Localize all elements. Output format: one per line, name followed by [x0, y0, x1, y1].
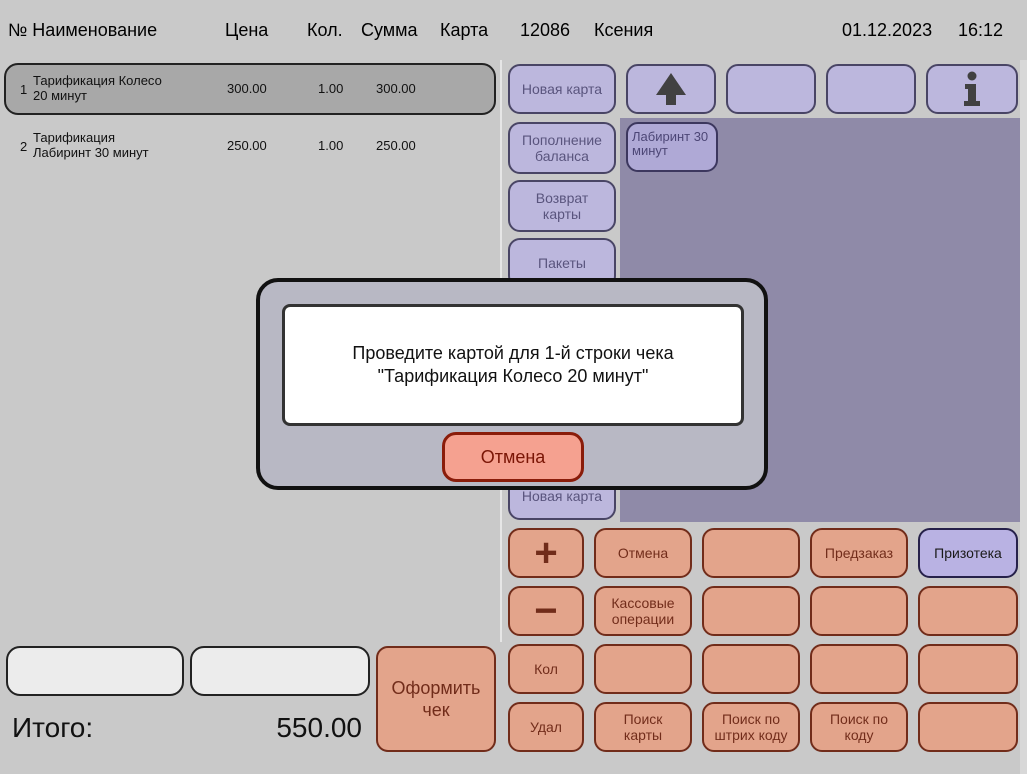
- row-price: 300.00: [227, 81, 267, 96]
- row-number: 2: [20, 139, 28, 154]
- receipt-row-1[interactable]: 1 Тарификация Колесо 20 минут 300.00 1.0…: [4, 63, 496, 115]
- preorder-button[interactable]: Предзаказ: [810, 528, 908, 578]
- col-header-card: Карта: [440, 20, 489, 40]
- footer-input-1[interactable]: [6, 646, 184, 696]
- arrow-up-icon: [656, 73, 686, 105]
- col-header-name: № Наименование: [8, 20, 158, 40]
- delete-button[interactable]: Удал: [508, 702, 584, 752]
- nav-up-button[interactable]: [626, 64, 716, 114]
- search-code-button[interactable]: Поиск по коду: [810, 702, 908, 752]
- row-number: 1: [20, 82, 28, 97]
- empty-keypad-button[interactable]: [810, 644, 908, 694]
- product-tile-label: Лабиринт 30 минут: [632, 129, 709, 158]
- row-sum: 250.00: [376, 138, 416, 153]
- search-barcode-button[interactable]: Поиск по штрих коду: [702, 702, 800, 752]
- search-card-button[interactable]: Поиск карты: [594, 702, 692, 752]
- total-label: Итого:: [12, 712, 94, 743]
- receipt-row-2[interactable]: 2 Тарификация Лабиринт 30 минут 250.00 1…: [4, 121, 496, 173]
- quantity-button[interactable]: Кол: [508, 644, 584, 694]
- new-card-button[interactable]: Новая карта: [508, 64, 616, 114]
- col-header-sum: Сумма: [361, 20, 418, 40]
- terminal-id: 12086: [520, 20, 571, 40]
- row-price: 250.00: [227, 138, 267, 153]
- row-name-line1: Тарификация: [33, 130, 115, 145]
- right-edge-strip: [1020, 60, 1027, 774]
- return-card-button[interactable]: Возврат карты: [508, 180, 616, 232]
- empty-keypad-button[interactable]: [702, 528, 800, 578]
- product-tile-labyrinth[interactable]: Лабиринт 30 минут: [626, 122, 718, 172]
- topup-balance-button[interactable]: Пополнение баланса: [508, 122, 616, 174]
- cash-operations-button[interactable]: Кассовые операции: [594, 586, 692, 636]
- cashier-name: Ксения: [594, 20, 654, 40]
- minus-button[interactable]: −: [508, 586, 584, 636]
- empty-keypad-button[interactable]: [918, 702, 1018, 752]
- footer-input-2[interactable]: [190, 646, 370, 696]
- empty-keypad-button[interactable]: [918, 644, 1018, 694]
- row-name-line2: 20 минут: [33, 88, 87, 103]
- row-qty: 1.00: [318, 138, 344, 153]
- col-header-qty: Кол.: [307, 20, 343, 40]
- dialog-message-line2: "Тарификация Колесо 20 минут": [377, 366, 649, 386]
- total-value: 550.00: [276, 712, 362, 743]
- empty-top-button-1[interactable]: [726, 64, 816, 114]
- card-swipe-dialog: Проведите картой для 1-й строки чека "Та…: [256, 278, 768, 490]
- row-qty: 1.00: [318, 81, 344, 96]
- info-button[interactable]: [926, 64, 1018, 114]
- empty-keypad-button[interactable]: [810, 586, 908, 636]
- dialog-message-box: Проведите картой для 1-й строки чека "Та…: [282, 304, 744, 426]
- empty-top-button-2[interactable]: [826, 64, 916, 114]
- info-icon: [964, 71, 980, 106]
- date-display: 01.12.2023: [842, 20, 933, 40]
- row-name-line2: Лабиринт 30 минут: [33, 145, 149, 160]
- time-display: 16:12: [958, 20, 1004, 40]
- empty-keypad-button[interactable]: [702, 586, 800, 636]
- empty-keypad-button[interactable]: [702, 644, 800, 694]
- dialog-message-line1: Проведите картой для 1-й строки чека: [352, 343, 674, 363]
- col-header-price: Цена: [225, 20, 269, 40]
- empty-keypad-button[interactable]: [594, 644, 692, 694]
- prize-store-button[interactable]: Призотека: [918, 528, 1018, 578]
- plus-button[interactable]: +: [508, 528, 584, 578]
- cancel-keypad-button[interactable]: Отмена: [594, 528, 692, 578]
- checkout-button[interactable]: Оформить чек: [376, 646, 496, 752]
- empty-keypad-button[interactable]: [918, 586, 1018, 636]
- row-name-line1: Тарификация Колесо: [33, 73, 162, 88]
- row-sum: 300.00: [376, 81, 416, 96]
- dialog-cancel-button[interactable]: Отмена: [442, 432, 584, 482]
